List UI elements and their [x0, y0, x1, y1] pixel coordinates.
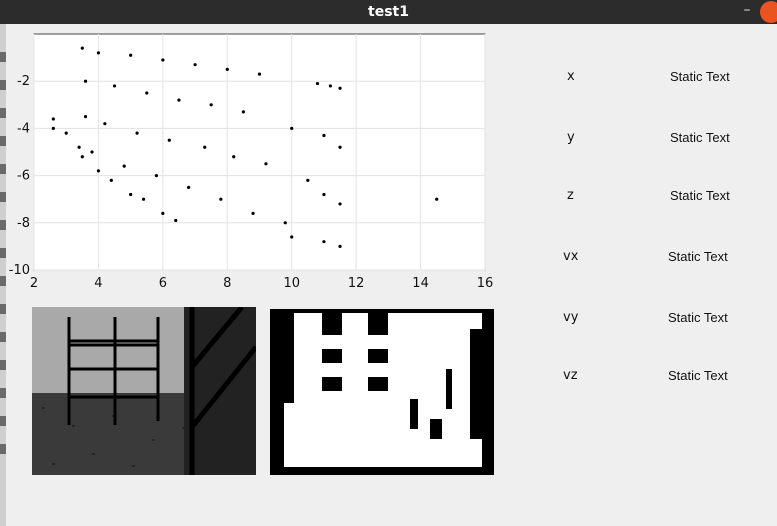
scatter-point: [109, 178, 113, 182]
scatter-point: [154, 174, 159, 178]
scatter-point: [203, 145, 207, 149]
scatter-point: [161, 211, 165, 215]
scatter-point: [322, 240, 326, 244]
scatter-point: [145, 91, 149, 95]
scatter-point: [174, 218, 178, 223]
scatter-point: [129, 192, 133, 197]
scatter-point: [290, 235, 294, 239]
scatter-point: [315, 81, 320, 86]
scatter-point: [232, 155, 236, 159]
field-label-x: x: [567, 69, 575, 84]
scatter-point: [96, 169, 101, 173]
scatter-point: [187, 185, 191, 189]
x-tick-label: 10: [283, 276, 300, 291]
scatter-point: [241, 110, 245, 114]
scatter-point: [328, 84, 332, 88]
x-tick-label: 4: [94, 276, 102, 291]
y-tick-label: -6: [17, 169, 30, 184]
scatter-point: [161, 58, 165, 62]
minimize-button[interactable]: –: [737, 0, 757, 24]
scatter-point: [338, 86, 342, 90]
field-value-x: Static Text: [670, 69, 730, 84]
scatter-point: [435, 197, 439, 201]
scatter-point: [64, 131, 68, 135]
scatter-point: [283, 221, 287, 225]
scatter-plot: 2 4 6 8 10 12 14 16 -2 -4 -6 -8 -10: [9, 33, 493, 291]
title-bar: test1 –: [0, 0, 777, 24]
field-label-vx: vx: [563, 249, 579, 264]
scatter-point: [322, 133, 326, 138]
edge-mark: [0, 304, 6, 314]
y-tick-label: -2: [17, 74, 30, 89]
scatter-point: [306, 178, 310, 182]
x-tick-label: 12: [348, 276, 365, 291]
scatter-point: [77, 145, 81, 149]
field-label-vy: vy: [563, 310, 579, 325]
scatter-point: [290, 126, 294, 130]
close-button[interactable]: [760, 1, 777, 23]
scatter-point: [322, 192, 326, 197]
x-tick-label: 6: [159, 276, 167, 291]
scatter-point: [251, 211, 255, 215]
scatter-point: [338, 202, 342, 206]
x-tick-label: 8: [223, 276, 231, 291]
scatter-point: [129, 53, 133, 57]
field-label-y: y: [567, 130, 575, 145]
x-tick-label: 16: [477, 276, 494, 291]
scatter-point: [338, 145, 342, 149]
field-value-vy: Static Text: [668, 310, 728, 325]
scatter-point: [51, 126, 55, 130]
scatter-point: [112, 84, 117, 88]
scatter-point: [193, 63, 197, 67]
y-tick-label: -8: [17, 216, 30, 231]
window-title: test1: [368, 4, 409, 20]
x-axis-ticks: 2 4 6 8 10 12 14 16: [30, 276, 493, 291]
plot-area: [33, 33, 486, 271]
field-value-z: Static Text: [670, 188, 730, 203]
scatter-point: [80, 46, 84, 50]
scatter-point: [103, 122, 107, 126]
scatter-point: [219, 197, 223, 201]
scatter-point: [96, 51, 101, 55]
y-tick-label: -4: [17, 121, 30, 136]
x-tick-label: 2: [30, 276, 38, 291]
edge-mark: [0, 388, 6, 398]
field-value-vz: Static Text: [668, 368, 728, 383]
scatter-point: [135, 131, 139, 135]
scatter-point: [51, 117, 55, 121]
x-tick-label: 14: [412, 276, 429, 291]
edge-mark: [0, 416, 6, 426]
mask-image: [270, 309, 494, 475]
scatter-point: [141, 197, 146, 201]
scatter-point: [80, 155, 84, 159]
field-value-y: Static Text: [670, 130, 730, 145]
camera-image: [32, 307, 256, 475]
edge-mark: [0, 444, 6, 454]
scatter-point: [122, 164, 126, 168]
scatter-point: [177, 98, 181, 102]
scatter-point: [225, 67, 229, 71]
field-label-vz: vz: [563, 368, 578, 383]
scatter-point: [338, 244, 342, 248]
y-tick-label: -10: [9, 263, 30, 278]
edge-mark: [0, 332, 6, 342]
field-value-vx: Static Text: [668, 249, 728, 264]
edge-mark: [0, 360, 6, 370]
field-label-z: z: [567, 188, 574, 203]
y-axis-ticks: -2 -4 -6 -8 -10: [9, 74, 30, 278]
scatter-point: [264, 162, 268, 166]
scatter-point: [209, 103, 213, 107]
scatter-point: [90, 150, 94, 154]
scatter-point: [83, 79, 88, 83]
scatter-point: [167, 138, 171, 142]
scatter-point: [83, 115, 88, 119]
scatter-point: [257, 72, 262, 76]
